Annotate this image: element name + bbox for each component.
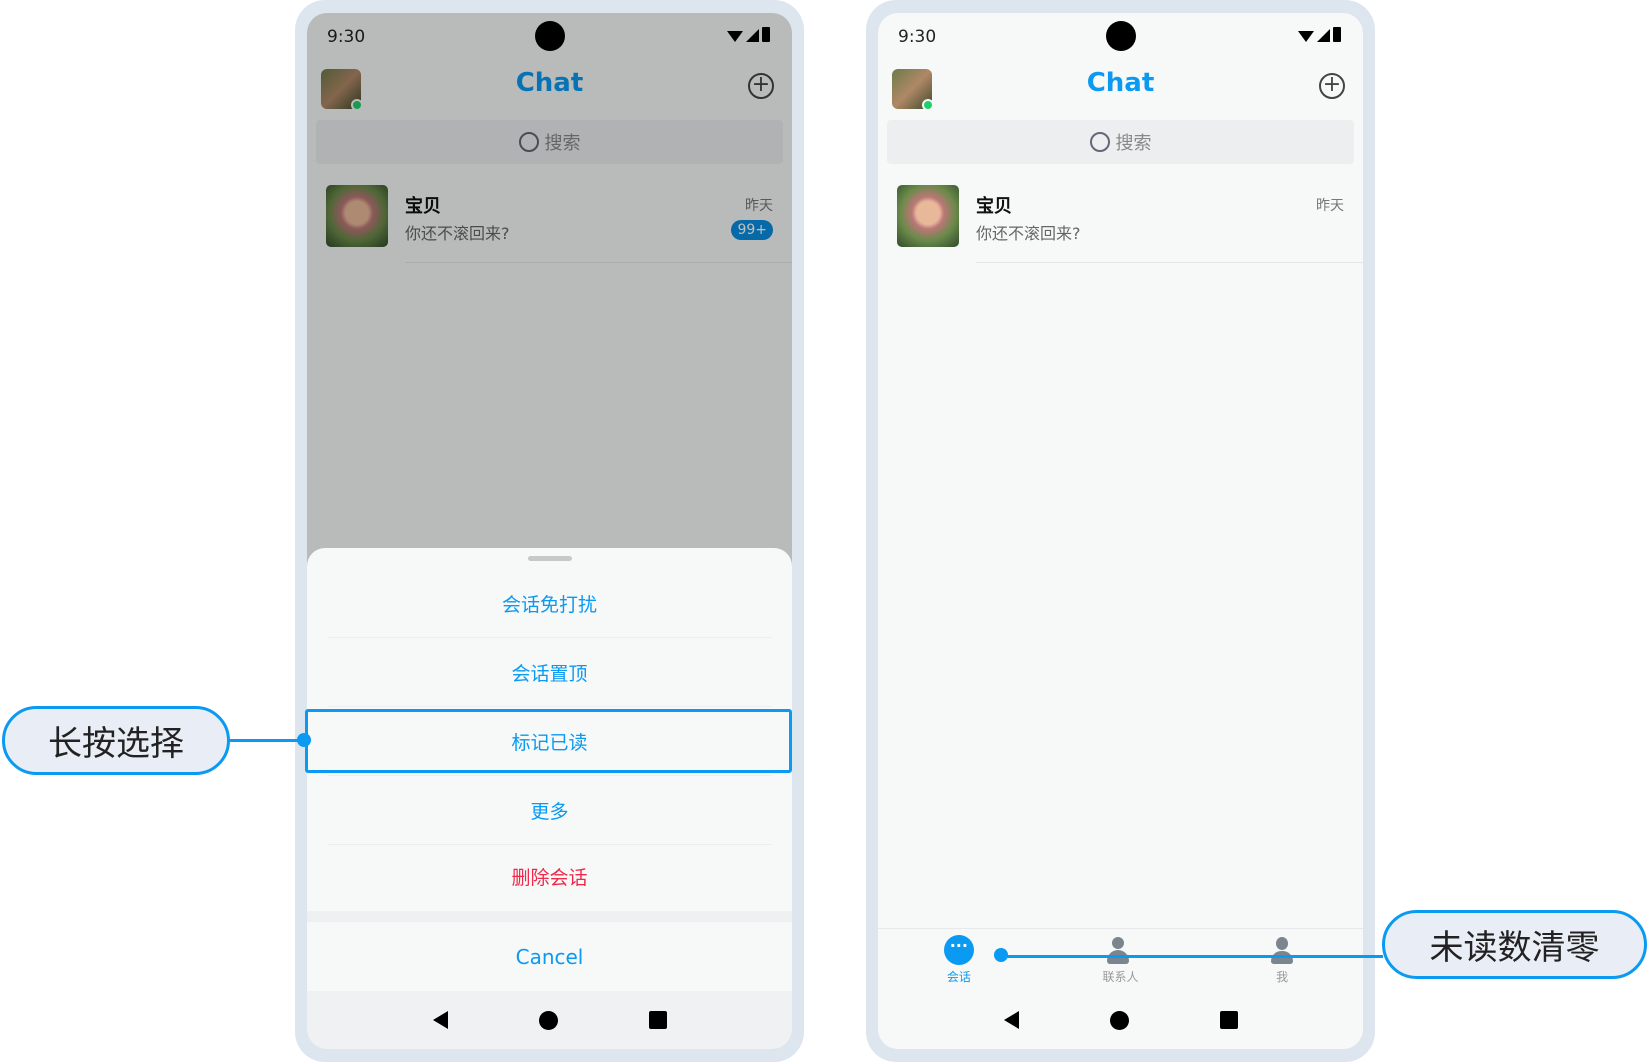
page-title: Chat: [1086, 68, 1155, 98]
back-icon[interactable]: [432, 1011, 448, 1029]
search-placeholder: 搜索: [1115, 133, 1152, 154]
menu-item-mute[interactable]: 会话免打扰: [307, 569, 792, 638]
menu-label: 删除会话: [511, 867, 588, 889]
menu-item-pin[interactable]: 会话置顶: [307, 638, 792, 707]
message-time: 昨天: [1316, 198, 1344, 214]
left-phone-frame: 9:30 Chat + 搜索 宝贝 你还不滚回来? 昨天 99+ 会话免打扰 会…: [295, 0, 804, 1062]
annotation-connector: [229, 739, 305, 742]
online-indicator: [922, 99, 934, 111]
tab-contacts[interactable]: 联系人: [1060, 929, 1180, 990]
left-phone-screen: 9:30 Chat + 搜索 宝贝 你还不滚回来? 昨天 99+ 会话免打扰 会…: [307, 13, 792, 1049]
search-icon: [1089, 132, 1110, 152]
drag-handle[interactable]: [528, 556, 572, 561]
last-message: 你还不滚回来?: [976, 224, 1081, 243]
annotation-long-press: 长按选择: [2, 706, 230, 775]
home-icon[interactable]: [1109, 1010, 1129, 1030]
separator-band: [307, 911, 792, 922]
tab-label: 会话: [946, 970, 971, 984]
action-sheet: 会话免打扰 会话置顶 标记已读 更多 删除会话 Cancel: [307, 548, 792, 1049]
contacts-icon: [1105, 935, 1135, 965]
system-nav-bar: [878, 991, 1363, 1049]
menu-item-delete[interactable]: 删除会话: [307, 842, 792, 911]
home-icon[interactable]: [538, 1010, 558, 1030]
back-icon[interactable]: [1003, 1011, 1019, 1029]
contact-name: 宝贝: [976, 196, 1012, 217]
annotation-dot: [994, 948, 1008, 962]
battery-icon: [1333, 27, 1341, 42]
add-icon[interactable]: +: [1319, 73, 1345, 99]
person-icon: [1267, 935, 1297, 965]
annotation-unread-cleared: 未读数清零: [1382, 910, 1647, 979]
status-time: 9:30: [898, 27, 937, 47]
contact-avatar: [897, 185, 959, 247]
recents-icon[interactable]: [648, 1011, 667, 1029]
highlight-box: [305, 709, 792, 773]
chat-bubble-icon: ···: [943, 935, 974, 965]
menu-label: 会话置顶: [511, 663, 588, 685]
recents-icon[interactable]: [1219, 1011, 1238, 1029]
status-icons: [1298, 27, 1341, 42]
signal-icon: [1317, 29, 1330, 42]
annotation-dot: [297, 733, 311, 747]
camera-cutout: [1106, 21, 1136, 51]
tab-label: 联系人: [1102, 970, 1139, 984]
tab-label: 我: [1276, 970, 1289, 984]
menu-item-more[interactable]: 更多: [307, 776, 792, 845]
system-nav-bar: [307, 991, 792, 1049]
cancel-button[interactable]: Cancel: [307, 922, 792, 992]
annotation-connector: [1001, 955, 1383, 958]
right-phone-screen: 9:30 Chat + 搜索 宝贝 你还不滚回来? 昨天 ··· 会话 联系人: [878, 13, 1363, 1049]
tab-bar: ··· 会话 联系人 我: [878, 928, 1363, 990]
menu-label: 会话免打扰: [501, 594, 597, 616]
search-input[interactable]: 搜索: [887, 120, 1354, 164]
wifi-icon: [1298, 31, 1314, 42]
divider: [976, 262, 1363, 263]
right-phone-frame: 9:30 Chat + 搜索 宝贝 你还不滚回来? 昨天 ··· 会话 联系人: [866, 0, 1375, 1062]
tab-me[interactable]: 我: [1222, 929, 1342, 990]
menu-label: 更多: [530, 801, 569, 823]
